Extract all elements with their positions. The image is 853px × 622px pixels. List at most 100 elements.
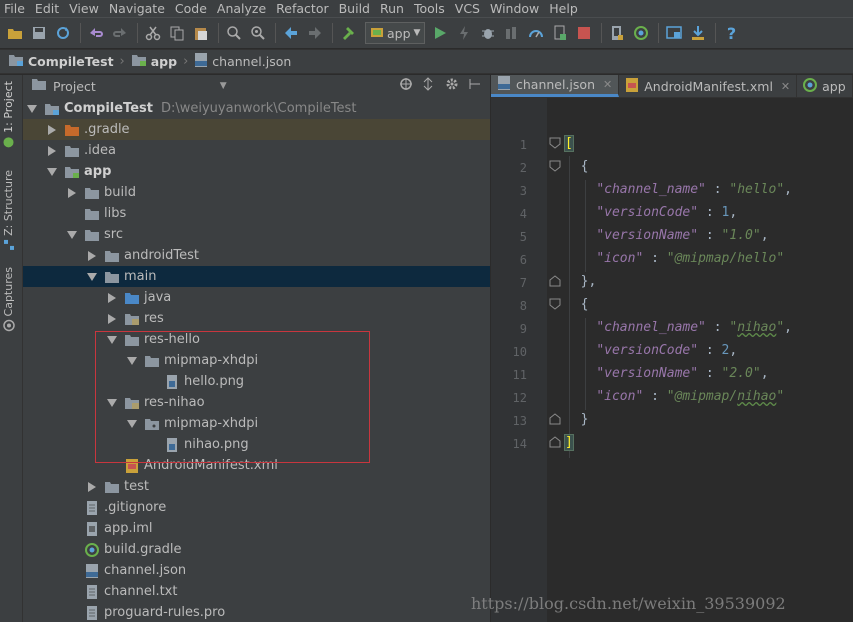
fold-marker-icon[interactable]	[549, 275, 561, 287]
gradle-sync-icon[interactable]	[630, 22, 652, 44]
tree-node-test[interactable]: test	[23, 476, 490, 497]
collapsed-arrow-icon[interactable]	[47, 124, 57, 135]
scroll-from-source-icon[interactable]	[399, 77, 413, 95]
captures-tool-tab[interactable]: Captures	[2, 267, 15, 332]
profile-icon[interactable]	[525, 22, 547, 44]
run-config-selector[interactable]: app ▼	[365, 22, 426, 44]
tree-node-mipmap-xhdpi[interactable]: mipmap-xhdpi	[23, 413, 490, 434]
forward-icon[interactable]	[304, 22, 326, 44]
expand-arrow-icon[interactable]	[87, 272, 97, 282]
close-icon[interactable]: ✕	[781, 80, 790, 93]
undo-icon[interactable]	[85, 22, 107, 44]
expand-arrow-icon[interactable]	[107, 335, 117, 345]
tree-node-androidtest[interactable]: androidTest	[23, 245, 490, 266]
tree-node-proguard-rules[interactable]: proguard-rules.pro	[23, 602, 490, 622]
fold-marker-icon[interactable]	[549, 298, 561, 310]
tree-node-channel-json[interactable]: channel.json	[23, 560, 490, 581]
back-icon[interactable]	[280, 22, 302, 44]
menu-build[interactable]: Build	[334, 0, 375, 17]
save-icon[interactable]	[28, 22, 50, 44]
structure-tool-tab[interactable]: Z: Structure	[2, 170, 15, 251]
breadcrumb-file[interactable]: channel.json	[194, 53, 291, 70]
apply-changes-icon[interactable]	[453, 22, 475, 44]
tree-node-res-nihao[interactable]: res-nihao	[23, 392, 490, 413]
tree-node-build[interactable]: build	[23, 182, 490, 203]
menu-code[interactable]: Code	[170, 0, 212, 17]
collapsed-arrow-icon[interactable]	[107, 292, 117, 303]
menu-vcs[interactable]: VCS	[450, 0, 485, 17]
copy-icon[interactable]	[166, 22, 188, 44]
tree-node-app-iml[interactable]: app.iml	[23, 518, 490, 539]
menu-run[interactable]: Run	[375, 0, 409, 17]
code-editor[interactable]: [ { "channel_name" : "hello", "versionCo…	[561, 98, 853, 622]
replace-icon[interactable]	[247, 22, 269, 44]
collapsed-arrow-icon[interactable]	[67, 187, 77, 198]
menu-help[interactable]: Help	[544, 0, 583, 17]
tree-node-channel-txt[interactable]: channel.txt	[23, 581, 490, 602]
collapsed-arrow-icon[interactable]	[87, 250, 97, 261]
gear-icon[interactable]	[445, 77, 459, 95]
project-view-selector[interactable]: Project	[53, 79, 96, 94]
menu-refactor[interactable]: Refactor	[271, 0, 333, 17]
collapsed-arrow-icon[interactable]	[87, 481, 97, 492]
menu-navigate[interactable]: Navigate	[104, 0, 170, 17]
tab-androidmanifest[interactable]: AndroidManifest.xml ✕	[619, 75, 798, 97]
tree-node-libs[interactable]: libs	[23, 203, 490, 224]
fold-marker-icon[interactable]	[549, 436, 561, 448]
expand-arrow-icon[interactable]	[127, 419, 137, 429]
tree-node-nihao-png[interactable]: nihao.png	[23, 434, 490, 455]
avd-manager-icon[interactable]	[606, 22, 628, 44]
fold-marker-icon[interactable]	[549, 413, 561, 425]
redo-icon[interactable]	[109, 22, 131, 44]
expand-arrow-icon[interactable]	[67, 230, 77, 240]
fold-marker-icon[interactable]	[549, 137, 561, 149]
tree-node-gradle[interactable]: .gradle	[23, 119, 490, 140]
tab-channel-json[interactable]: channel.json ✕	[491, 75, 620, 97]
hide-panel-icon[interactable]	[469, 78, 481, 94]
cut-icon[interactable]	[142, 22, 164, 44]
collapse-all-icon[interactable]	[421, 77, 435, 95]
tree-node-java[interactable]: java	[23, 287, 490, 308]
make-project-icon[interactable]	[337, 22, 359, 44]
find-icon[interactable]	[223, 22, 245, 44]
tree-node-res-hello[interactable]: res-hello	[23, 329, 490, 350]
chevron-down-icon[interactable]: ▼	[220, 81, 227, 91]
tree-node-res[interactable]: res	[23, 308, 490, 329]
menu-window[interactable]: Window	[485, 0, 544, 17]
run-icon[interactable]	[429, 22, 451, 44]
project-structure-icon[interactable]	[663, 22, 685, 44]
collapsed-arrow-icon[interactable]	[107, 313, 117, 324]
menu-view[interactable]: View	[64, 0, 104, 17]
collapsed-arrow-icon[interactable]	[47, 145, 57, 156]
tree-node-gitignore[interactable]: .gitignore	[23, 497, 490, 518]
fold-marker-icon[interactable]	[549, 160, 561, 172]
tree-node-compiletest[interactable]: CompileTest D:\weiyuyanwork\CompileTest	[23, 98, 490, 119]
stop-icon[interactable]	[573, 22, 595, 44]
expand-arrow-icon[interactable]	[107, 398, 117, 408]
menu-analyze[interactable]: Analyze	[212, 0, 271, 17]
expand-arrow-icon[interactable]	[47, 167, 57, 177]
tree-node-mipmap-xhdpi[interactable]: mipmap-xhdpi	[23, 350, 490, 371]
menu-edit[interactable]: Edit	[30, 0, 64, 17]
breadcrumb-module[interactable]: app	[131, 53, 177, 70]
close-icon[interactable]: ✕	[603, 78, 612, 91]
tree-node-hello-png[interactable]: hello.png	[23, 371, 490, 392]
debug-icon[interactable]	[477, 22, 499, 44]
project-tool-tab[interactable]: 1: Project	[2, 81, 15, 148]
coverage-icon[interactable]	[501, 22, 523, 44]
menu-tools[interactable]: Tools	[409, 0, 450, 17]
menu-file[interactable]: File	[0, 0, 30, 17]
tree-node-main[interactable]: main	[23, 266, 490, 287]
expand-arrow-icon[interactable]	[127, 356, 137, 366]
open-folder-icon[interactable]	[4, 22, 26, 44]
tree-node-build-gradle[interactable]: build.gradle	[23, 539, 490, 560]
paste-icon[interactable]	[190, 22, 212, 44]
tree-node-idea[interactable]: .idea	[23, 140, 490, 161]
sync-icon[interactable]	[52, 22, 74, 44]
attach-debugger-icon[interactable]	[549, 22, 571, 44]
tree-node-src[interactable]: src	[23, 224, 490, 245]
help-icon[interactable]: ?	[720, 22, 742, 44]
tree-node-app[interactable]: app	[23, 161, 490, 182]
tree-node-androidmanifest[interactable]: AndroidManifest.xml	[23, 455, 490, 476]
tab-app[interactable]: app	[797, 75, 853, 97]
